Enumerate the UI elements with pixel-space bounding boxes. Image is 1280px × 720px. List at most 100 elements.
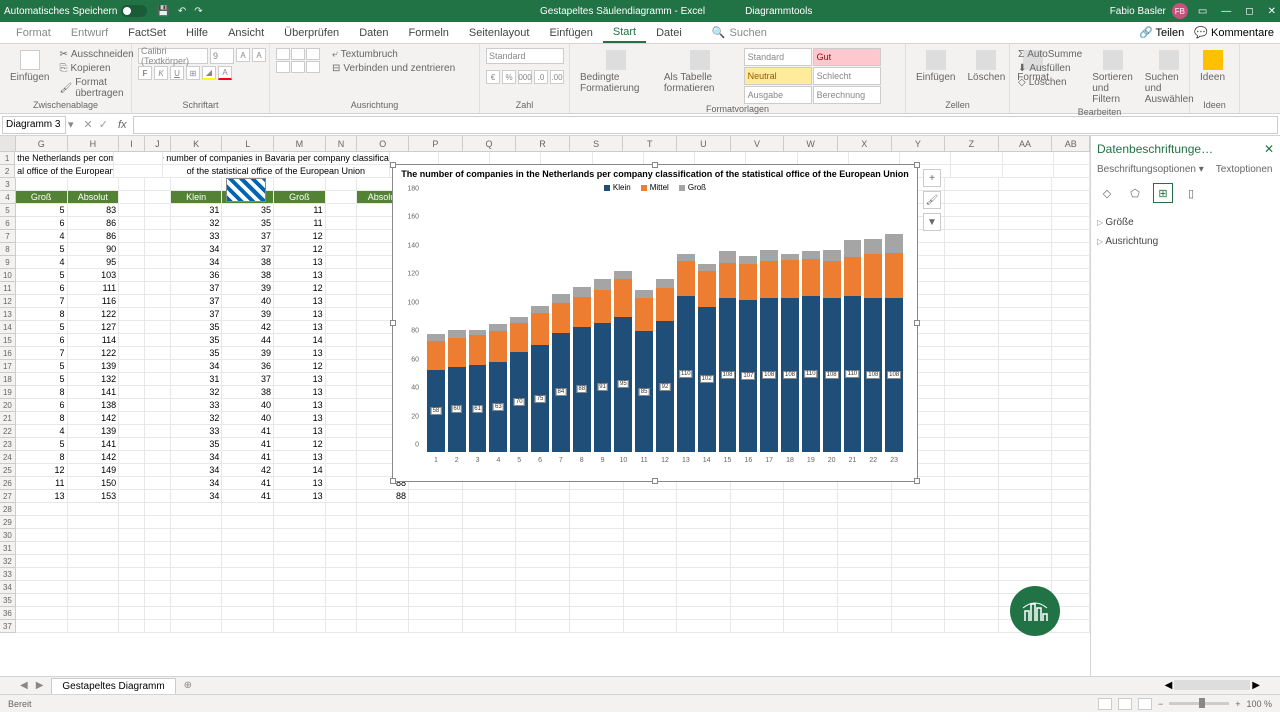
col-header[interactable]: AB [1052,136,1090,151]
chart-object[interactable]: + 🖌 ▼ The number of companies in the Net… [392,164,918,482]
cell[interactable] [222,542,274,555]
cell[interactable]: 13 [274,425,326,438]
cell[interactable] [119,295,145,308]
cell[interactable] [945,438,999,451]
number-format-combo[interactable]: Standard [486,48,564,64]
cell[interactable] [1052,451,1090,464]
cell[interactable]: 5 [16,373,68,386]
cell[interactable] [357,555,409,568]
cell[interactable]: 34 [171,256,223,269]
cell[interactable] [119,594,145,607]
cell[interactable] [999,412,1053,425]
style-ausgabe[interactable]: Ausgabe [744,86,812,104]
cell[interactable] [1052,386,1090,399]
cell[interactable] [16,581,68,594]
cell[interactable] [171,555,223,568]
cancel-formula-icon[interactable]: ✕ [84,118,93,131]
style-gut[interactable]: Gut [813,48,881,66]
cell[interactable] [892,542,946,555]
cell[interactable] [326,529,358,542]
cell[interactable] [326,399,358,412]
cell[interactable] [145,568,171,581]
cell[interactable]: 141 [68,438,120,451]
cell[interactable] [516,516,570,529]
clear-button[interactable]: ◇ Löschen [1016,76,1084,89]
cell[interactable] [999,373,1053,386]
cell[interactable] [119,347,145,360]
cut-button[interactable]: ✂ Ausschneiden [57,48,135,61]
cell[interactable] [624,555,678,568]
cell[interactable] [999,451,1053,464]
cell[interactable] [171,542,223,555]
cell[interactable] [463,542,517,555]
cell[interactable] [274,594,326,607]
cell[interactable] [945,425,999,438]
cell[interactable] [68,516,120,529]
label-options-tab[interactable]: Beschriftungsoptionen ▾ [1097,164,1204,175]
cell[interactable] [326,425,358,438]
cell[interactable] [119,529,145,542]
cell[interactable] [326,217,358,230]
cell[interactable] [326,321,358,334]
cell[interactable]: 40 [222,295,274,308]
row-header[interactable]: 23 [0,438,16,451]
ideas-button[interactable]: Ideen [1196,48,1229,85]
cell[interactable] [326,568,358,581]
cell[interactable] [838,503,892,516]
cell[interactable] [677,542,731,555]
cell[interactable] [357,542,409,555]
cell[interactable] [119,230,145,243]
cell[interactable] [731,503,785,516]
data-label[interactable]: 108 [887,371,901,379]
cell[interactable] [838,555,892,568]
cell[interactable]: 13 [274,399,326,412]
row-header[interactable]: 20 [0,399,16,412]
tab-start[interactable]: Start [603,23,646,43]
cell[interactable] [274,542,326,555]
cell[interactable]: 31 [171,204,223,217]
cell[interactable] [570,529,624,542]
cell[interactable] [892,620,946,633]
row-header[interactable]: 16 [0,347,16,360]
cell[interactable]: 35 [171,438,223,451]
cell[interactable]: 39 [222,282,274,295]
cell[interactable]: 13 [274,386,326,399]
share-button[interactable]: 🔗 Teilen [1139,26,1184,39]
cell[interactable]: 41 [222,451,274,464]
row-header[interactable]: 13 [0,308,16,321]
cell[interactable] [326,256,358,269]
data-label[interactable]: 58 [431,407,442,415]
cell[interactable] [1052,503,1090,516]
cell[interactable] [516,490,570,503]
tab-hilfe[interactable]: Hilfe [176,24,218,42]
cell[interactable] [68,555,120,568]
cell[interactable] [145,477,171,490]
cell[interactable] [570,568,624,581]
cell[interactable]: 37 [222,243,274,256]
cell[interactable] [1054,165,1090,178]
tab-format[interactable]: Format [6,24,61,42]
size-props-icon[interactable]: ⊞ [1153,183,1173,203]
insert-cells-button[interactable]: Einfügen [912,48,959,85]
cell[interactable] [145,399,171,412]
col-header[interactable]: S [570,136,624,151]
cell[interactable] [114,152,163,165]
fill-line-icon[interactable]: ◇ [1097,183,1117,203]
cell[interactable] [945,399,999,412]
cell[interactable] [892,555,946,568]
cell[interactable] [409,594,463,607]
cell[interactable]: 132 [68,373,120,386]
border-button[interactable]: ⊞ [186,66,200,80]
cell[interactable]: 34 [171,451,223,464]
cell[interactable] [999,542,1053,555]
cell[interactable] [326,581,358,594]
cell[interactable] [222,555,274,568]
cell[interactable]: 5 [16,204,68,217]
cell[interactable] [326,490,358,503]
cell[interactable] [624,542,678,555]
cell[interactable]: 114 [68,334,120,347]
cell[interactable] [784,620,838,633]
cell[interactable]: 38 [222,386,274,399]
cell[interactable] [1052,490,1090,503]
bar-stack[interactable]: 10716 [739,256,757,452]
